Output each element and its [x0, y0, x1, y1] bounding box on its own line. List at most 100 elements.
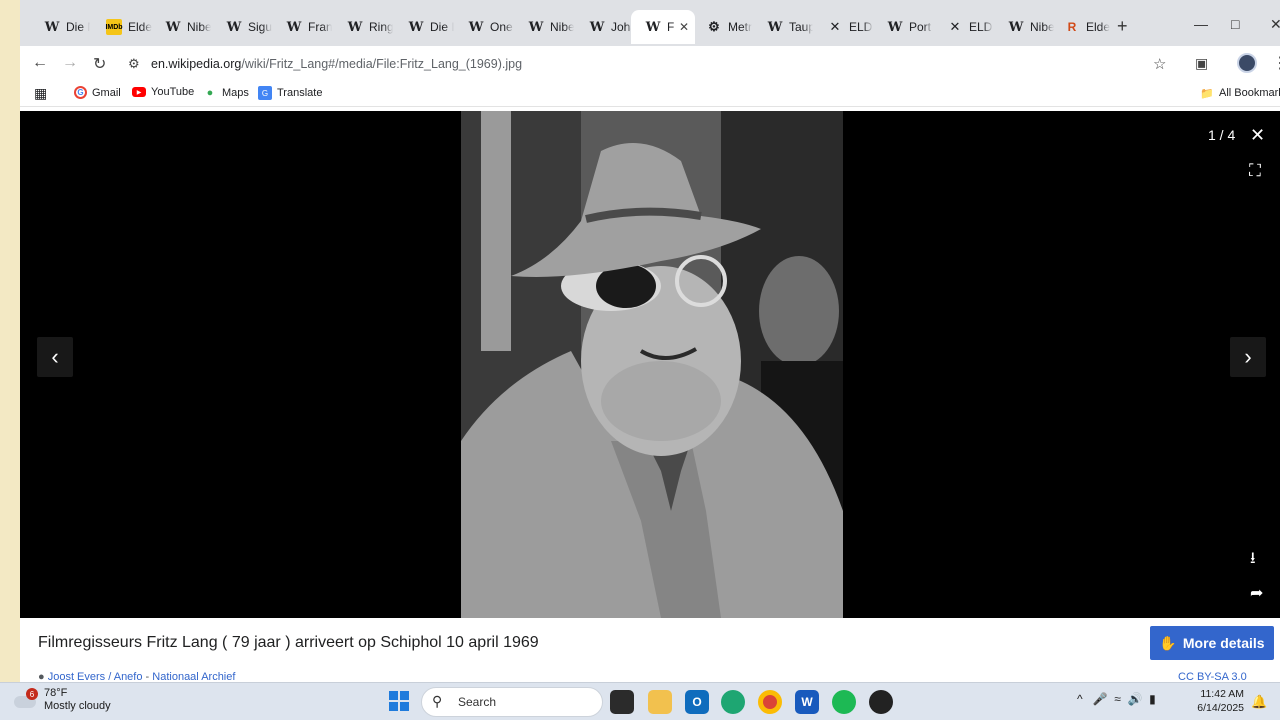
fullscreen-icon[interactable]: ⛶ [1249, 161, 1261, 181]
bookmark-gmail[interactable]: G Gmail [74, 86, 121, 99]
minimize-icon[interactable]: — [1194, 16, 1208, 32]
tab-label: Nibe [550, 20, 574, 34]
profile-avatar[interactable] [1237, 53, 1257, 73]
apps-grid-icon[interactable]: ▦ [34, 85, 47, 102]
tab[interactable]: W Taup [753, 10, 813, 44]
tab-label: Taup [789, 20, 813, 34]
tab-label: Nibe [187, 20, 211, 34]
cast-icon[interactable]: ▣ [1195, 55, 1208, 72]
tab-label: ELDE [969, 20, 993, 34]
credit-source-link[interactable]: Nationaal Archief [152, 671, 235, 682]
tab-label: Die I [430, 20, 454, 34]
back-icon[interactable]: ← [32, 54, 48, 72]
chrome-icon[interactable] [758, 690, 782, 714]
file-explorer-icon[interactable] [648, 690, 672, 714]
license-link[interactable]: CC BY-SA 3.0 [1178, 671, 1247, 682]
wikipedia-icon: W [645, 19, 661, 35]
tab[interactable]: W F ✕ [631, 10, 695, 44]
tab[interactable]: ✕ ELDE [813, 10, 873, 44]
app-icon[interactable] [869, 690, 893, 714]
tab[interactable]: W Joha [575, 10, 635, 44]
person-icon: ● [38, 671, 48, 682]
new-tab-button[interactable]: + [1117, 16, 1128, 37]
share-icon[interactable]: ➦ [1250, 583, 1263, 603]
tab-label: Fran [308, 20, 332, 34]
weather-icon: 6 [14, 688, 38, 710]
tab[interactable]: W Nibe [514, 10, 574, 44]
word-icon[interactable]: W [795, 690, 819, 714]
bookmark-maps[interactable]: ● Maps [203, 86, 249, 100]
wikipedia-icon: W [226, 19, 242, 35]
tab[interactable]: W Sigur [212, 10, 272, 44]
tab-label: ELDE [849, 20, 873, 34]
image-credit: ● Joost Evers / Anefo - Nationaal Archie… [38, 671, 235, 682]
tab[interactable]: ✕ ELDE [933, 10, 993, 44]
previous-image-button[interactable]: ‹ [37, 337, 73, 377]
tab[interactable]: W One [454, 10, 514, 44]
address-bar[interactable]: ⚙ en.wikipedia.org/wiki/Fritz_Lang#/medi… [120, 50, 1170, 78]
translate-icon: G [258, 86, 272, 100]
outlook-icon[interactable]: O [685, 690, 709, 714]
wikipedia-icon: W [468, 19, 484, 35]
notification-icon[interactable]: 🔔 [1251, 694, 1267, 710]
spotify-icon[interactable] [832, 690, 856, 714]
metropolis-icon: ⚙ [708, 19, 720, 35]
bookmark-label: Translate [277, 87, 323, 99]
tab[interactable]: R Elde [1050, 10, 1110, 44]
clock-time: 11:42 AM [1200, 688, 1244, 700]
taskbar-search[interactable]: ⚲ Search [421, 687, 603, 717]
tab[interactable]: W Port [873, 10, 933, 44]
tab-label: F [667, 20, 675, 34]
search-placeholder: Search [458, 695, 497, 709]
site-info-icon[interactable]: ⚙ [128, 56, 140, 72]
close-tab-icon[interactable]: ✕ [679, 20, 689, 34]
url-text[interactable]: en.wikipedia.org/wiki/Fritz_Lang#/media/… [151, 57, 522, 71]
close-window-icon[interactable]: ✕ [1270, 16, 1280, 33]
all-bookmarks[interactable]: 📁 All Bookmarks [1200, 86, 1280, 100]
maximize-icon[interactable]: □ [1231, 16, 1239, 32]
next-image-button[interactable]: › [1230, 337, 1266, 377]
x-icon: ✕ [829, 19, 841, 35]
more-details-button[interactable]: ✋ More details [1150, 626, 1274, 660]
menu-icon[interactable]: ⋮ [1272, 53, 1280, 73]
credit-author[interactable]: Joost Evers / Anefo [48, 671, 143, 682]
wikipedia-icon: W [408, 19, 424, 35]
tab[interactable]: W Die N [30, 10, 90, 44]
bookmark-youtube[interactable]: ▶ YouTube [132, 86, 194, 98]
tab[interactable]: W Nibe [994, 10, 1054, 44]
system-tray[interactable]: ^ 🎤 ≈ 🔊 ▮ [1077, 692, 1156, 706]
tab[interactable]: W Nibe [151, 10, 211, 44]
start-button[interactable] [389, 691, 409, 711]
clock[interactable]: 11:42 AM 6/14/2025 [1196, 687, 1244, 715]
more-details-label: More details [1182, 635, 1265, 651]
tab[interactable]: W Ring [333, 10, 393, 44]
browser-window: WDie NIMDbElderWNibeWSigurWFranWRingWDie… [20, 0, 1280, 682]
wikipedia-icon: W [528, 19, 544, 35]
download-icon[interactable]: ⭳ [1250, 547, 1256, 574]
weather-widget[interactable]: 6 78°F Mostly cloudy [14, 687, 111, 713]
desktop-background [0, 0, 20, 682]
tab[interactable]: W Die I [394, 10, 454, 44]
task-view-icon[interactable] [610, 690, 634, 714]
weather-badge: 6 [26, 688, 38, 700]
bookmarks-bar: ▦ G Gmail ▶ YouTube ● Maps G Translate 📁 All … [20, 80, 1280, 107]
chevron-right-icon: › [1244, 344, 1252, 369]
url-domain: en.wikipedia.org [151, 57, 242, 71]
tab[interactable]: ⚙ Metr [692, 10, 752, 44]
tab-label: Die N [66, 20, 90, 34]
photo-illustration [461, 111, 843, 618]
forward-icon[interactable]: → [62, 54, 78, 72]
close-viewer-icon[interactable]: ✕ [1250, 125, 1265, 146]
reload-icon[interactable]: ↻ [93, 54, 106, 74]
bookmark-star-icon[interactable]: ☆ [1153, 55, 1166, 73]
wikipedia-icon: W [44, 19, 60, 35]
tab[interactable]: W Fran [272, 10, 332, 44]
tab-label: Elde [1086, 20, 1110, 34]
tabbar-top [20, 0, 1280, 8]
folder-icon: 📁 [1200, 87, 1214, 100]
taskbar: 6 78°F Mostly cloudy ⚲ Search O W ^ 🎤 ≈ 🔊… [0, 682, 1280, 720]
image-counter: 1 / 4 [1208, 127, 1236, 143]
bookmark-translate[interactable]: G Translate [258, 86, 322, 100]
edge-icon[interactable] [721, 690, 745, 714]
tab[interactable]: IMDb Elder [92, 10, 152, 44]
